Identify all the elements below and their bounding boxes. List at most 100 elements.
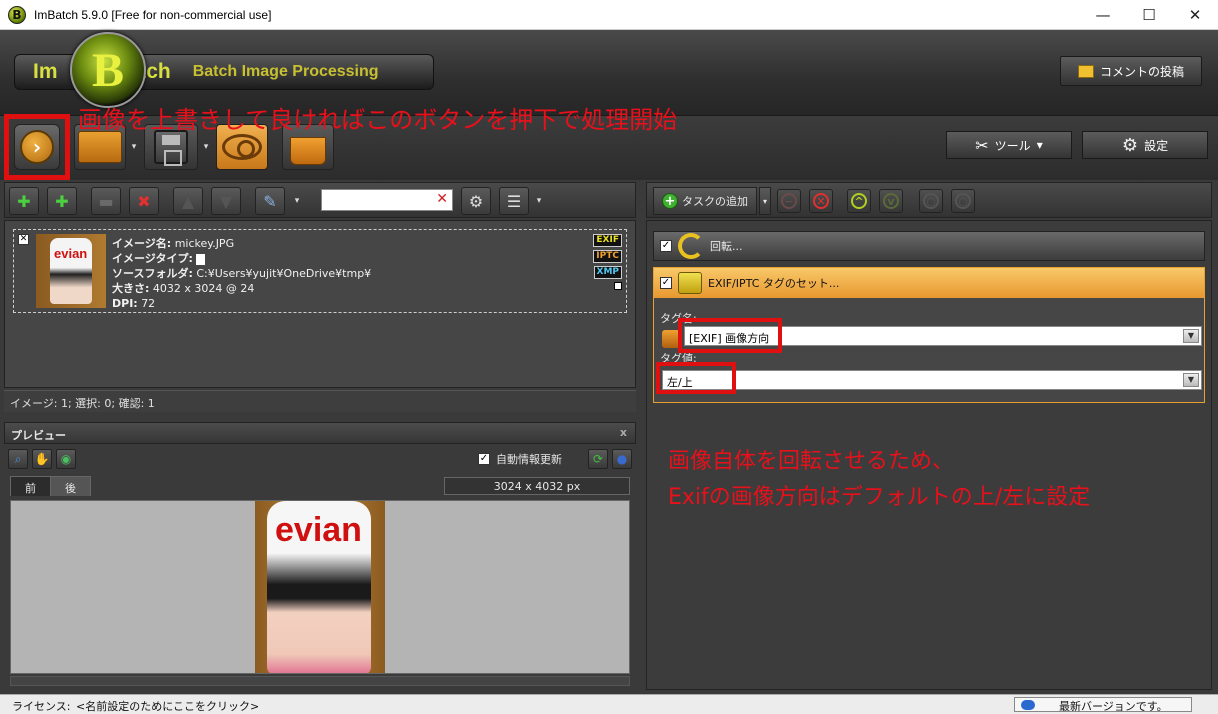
- tools-label: ツール: [994, 138, 1031, 153]
- preview-dimensions: 3024 x 4032 px: [444, 477, 630, 495]
- edit-image-dropdown[interactable]: ▾: [291, 187, 303, 215]
- pan-button[interactable]: ✋: [32, 449, 52, 469]
- status-indicator-icon: [1021, 700, 1035, 710]
- annotation-highlight-tag-value: [656, 362, 736, 394]
- name-label: イメージ名:: [112, 237, 172, 250]
- tag-value-combo[interactable]: 左/上 ▼: [662, 370, 1202, 390]
- chevron-down-icon: ▼: [1183, 373, 1199, 387]
- version-status-text: 最新バージョンです。: [1059, 700, 1168, 713]
- post-comment-label: コメントの投稿: [1099, 64, 1184, 79]
- up-icon: ▲: [181, 191, 195, 211]
- post-comment-button[interactable]: コメントの投稿: [1060, 56, 1202, 86]
- remove-task-button[interactable]: −: [777, 189, 801, 213]
- title-bar: B ImBatch 5.9.0 [Free for non-commercial…: [0, 0, 1218, 30]
- annotation-note-top: 画像を上書きして良ければこのボタンを押下で処理開始: [78, 106, 678, 134]
- move-task-up-button[interactable]: ^: [847, 189, 871, 213]
- edit-icon: ✎: [263, 191, 277, 211]
- license-label: ライセンス:: [12, 700, 71, 713]
- task-option-button-1[interactable]: ○: [919, 189, 943, 213]
- rotate-task-label: 回転...: [710, 240, 743, 253]
- remove-image-button[interactable]: ▬: [91, 187, 121, 215]
- add-image-icon: ✚: [17, 191, 31, 211]
- view-mode-dropdown[interactable]: ▾: [533, 187, 545, 215]
- refresh-button[interactable]: ⟳: [588, 449, 608, 469]
- refresh-icon: ⟳: [592, 452, 604, 466]
- minus-circle-icon: −: [781, 193, 797, 209]
- type-label: イメージタイプ:: [112, 252, 193, 265]
- tab-after[interactable]: 後: [50, 476, 91, 496]
- settings-button[interactable]: ⚙ 設定: [1082, 131, 1208, 159]
- move-down-button[interactable]: ▼: [211, 187, 241, 215]
- fit-button[interactable]: ◉: [56, 449, 76, 469]
- move-up-button[interactable]: ▲: [173, 187, 203, 215]
- maximize-button[interactable]: ☐: [1126, 0, 1172, 30]
- annotation-highlight-run: [4, 114, 70, 180]
- preview-close-icon[interactable]: x: [620, 426, 627, 439]
- add-task-button[interactable]: + タスクの追加: [653, 187, 757, 215]
- folder-value: C:¥Users¥yujit¥OneDrive¥tmp¥: [196, 267, 372, 280]
- task-item-rotate[interactable]: ✓ 回転...: [653, 231, 1205, 261]
- thumbnail-label: evian: [54, 246, 88, 261]
- preview-canvas[interactable]: evian: [10, 500, 630, 674]
- edit-image-button[interactable]: ✎: [255, 187, 285, 215]
- tag-icon: [678, 272, 702, 294]
- preview-title: プレビュー: [11, 429, 66, 442]
- window-controls: — ☐ ✕: [1080, 0, 1218, 30]
- thumbnail-bottle: evian: [50, 238, 92, 304]
- clear-list-button[interactable]: ✖: [129, 187, 159, 215]
- search-input[interactable]: [322, 190, 432, 210]
- size-label: 大きさ:: [112, 282, 150, 295]
- exif-badge: EXIF: [593, 234, 622, 247]
- minimize-button[interactable]: —: [1080, 0, 1126, 30]
- search-box: ✕: [321, 189, 453, 211]
- view-mode-button[interactable]: ☰: [499, 187, 529, 215]
- task-toolbar: + タスクの追加 ▾ − ✕ ^ v ○ ○: [646, 182, 1212, 218]
- wrench-icon: ✂: [975, 135, 989, 155]
- license-link[interactable]: <名前設定のためにここをクリック>: [76, 698, 259, 714]
- iptc-badge: IPTC: [593, 250, 622, 263]
- version-status: 最新バージョンです。: [1014, 697, 1192, 713]
- tab-before[interactable]: 前: [10, 476, 51, 496]
- add-folder-button[interactable]: ✚: [47, 187, 77, 215]
- move-task-down-button[interactable]: v: [879, 189, 903, 213]
- auto-update-checkbox[interactable]: ✓: [478, 453, 490, 465]
- folder-icon: [78, 131, 122, 163]
- preview-tabs: 前 後: [10, 476, 91, 496]
- eye-icon: [222, 134, 262, 160]
- brand-text-left: Im: [33, 60, 58, 83]
- dpi-value: 72: [141, 297, 156, 310]
- preview-toolbar: ⌕ ✋ ◉ ✓ 自動情報更新 ⟳ ●: [4, 446, 636, 472]
- exif-task-checkbox[interactable]: ✓: [660, 277, 672, 289]
- globe-icon: ●: [616, 452, 628, 466]
- size-value: 4032 x 3024 @ 24: [152, 282, 255, 295]
- filter-settings-button[interactable]: ⚙: [461, 187, 491, 215]
- annotation-highlight-tag-name: [678, 318, 782, 353]
- image-thumbnail: evian: [36, 234, 106, 308]
- settings-gear-icon: ⚙: [468, 191, 484, 211]
- task-option-button-2[interactable]: ○: [951, 189, 975, 213]
- add-task-dropdown[interactable]: ▾: [759, 187, 771, 215]
- tools-menu-button[interactable]: ✂ ツール ▾: [946, 131, 1072, 159]
- clear-search-icon[interactable]: ✕: [436, 191, 448, 207]
- brand-ball-logo: B: [70, 32, 146, 108]
- add-image-button[interactable]: ✚: [9, 187, 39, 215]
- delete-task-button[interactable]: ✕: [809, 189, 833, 213]
- zoom-button[interactable]: ⌕: [8, 449, 28, 469]
- app-logo-icon: B: [8, 5, 26, 24]
- preview-scrollbar[interactable]: [10, 676, 630, 686]
- rotate-task-checkbox[interactable]: ✓: [660, 240, 672, 252]
- image-list-toolbar: ✚ ✚ ▬ ✖ ▲ ▼ ✎ ▾ ✕ ⚙ ☰ ▾: [4, 182, 636, 218]
- add-circle-icon: +: [662, 193, 678, 209]
- preview-photo-label: evian: [275, 511, 362, 549]
- globe-button[interactable]: ●: [612, 449, 632, 469]
- window-title: ImBatch 5.9.0 [Free for non-commercial u…: [34, 7, 272, 22]
- close-button[interactable]: ✕: [1172, 0, 1218, 30]
- folder-label: ソースフォルダ:: [112, 267, 193, 280]
- auto-update-toggle[interactable]: ✓ 自動情報更新: [478, 451, 562, 467]
- gear-icon: ⚙: [1121, 134, 1139, 156]
- settings-label: 設定: [1144, 138, 1169, 153]
- rotate-icon: [678, 233, 704, 259]
- zoom-icon: ⌕: [14, 451, 22, 466]
- list-item[interactable]: ✕ evian イメージ名: mickey.JPG イメージタイプ: ソースフォ…: [13, 229, 627, 313]
- item-checkbox[interactable]: ✕: [18, 234, 29, 245]
